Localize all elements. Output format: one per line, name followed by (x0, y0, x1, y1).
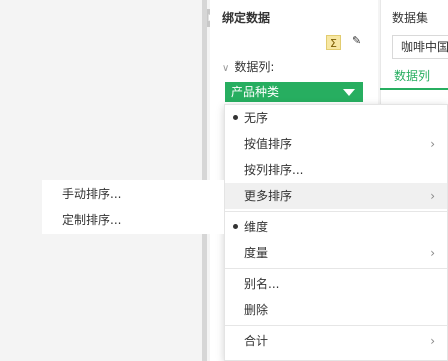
binding-panel-title: 绑定数据 (222, 11, 271, 25)
field-pill-product-type[interactable]: 产品种类 (225, 82, 363, 102)
caret-down-icon[interactable] (343, 89, 355, 96)
menu-item-dimension[interactable]: 维度 (225, 214, 447, 240)
chevron-right-icon: › (430, 246, 435, 260)
menu-item-unsorted[interactable]: 无序 (225, 105, 447, 131)
menu-item-sort-by-value[interactable]: 按值排序 › (225, 131, 447, 157)
data-column-label: 数据列: (234, 60, 275, 74)
tab-data-columns[interactable]: 数据列 (394, 67, 430, 84)
selected-dot-icon (233, 224, 238, 229)
submenu-item-custom-sort[interactable]: 定制排序... (62, 207, 121, 233)
data-column-section[interactable]: ∨ 数据列: (222, 58, 274, 75)
more-sort-submenu: 手动排序... 定制排序... (42, 180, 224, 234)
menu-item-sort-by-column[interactable]: 按列排序... (225, 157, 447, 183)
chevron-right-icon: › (430, 137, 435, 151)
menu-item-total[interactable]: 合计 › (225, 328, 447, 354)
menu-divider (225, 325, 447, 326)
tab-underline (380, 88, 448, 90)
chevron-down-icon: ∨ (222, 63, 230, 74)
chevron-right-icon: › (430, 334, 435, 348)
dataset-title: 数据集 (392, 11, 429, 25)
context-menu: 无序 按值排序 › 按列排序... 更多排序 › 维度 度量 › 别名... 删… (224, 104, 448, 361)
dataset-select[interactable]: 咖啡中国 (392, 35, 448, 59)
menu-divider (225, 211, 447, 212)
menu-item-delete[interactable]: 删除 (225, 297, 447, 323)
sigma-icon[interactable]: Σ (326, 35, 341, 50)
submenu-item-manual-sort[interactable]: 手动排序... (62, 181, 121, 207)
menu-item-more-sort[interactable]: 更多排序 › (225, 183, 447, 209)
field-pill-label: 产品种类 (231, 85, 280, 99)
eraser-icon[interactable]: ✎ (352, 35, 364, 47)
selected-dot-icon (233, 115, 238, 120)
menu-divider (225, 268, 447, 269)
menu-item-measure[interactable]: 度量 › (225, 240, 447, 266)
menu-item-alias[interactable]: 别名... (225, 271, 447, 297)
chevron-right-icon: › (430, 189, 435, 203)
